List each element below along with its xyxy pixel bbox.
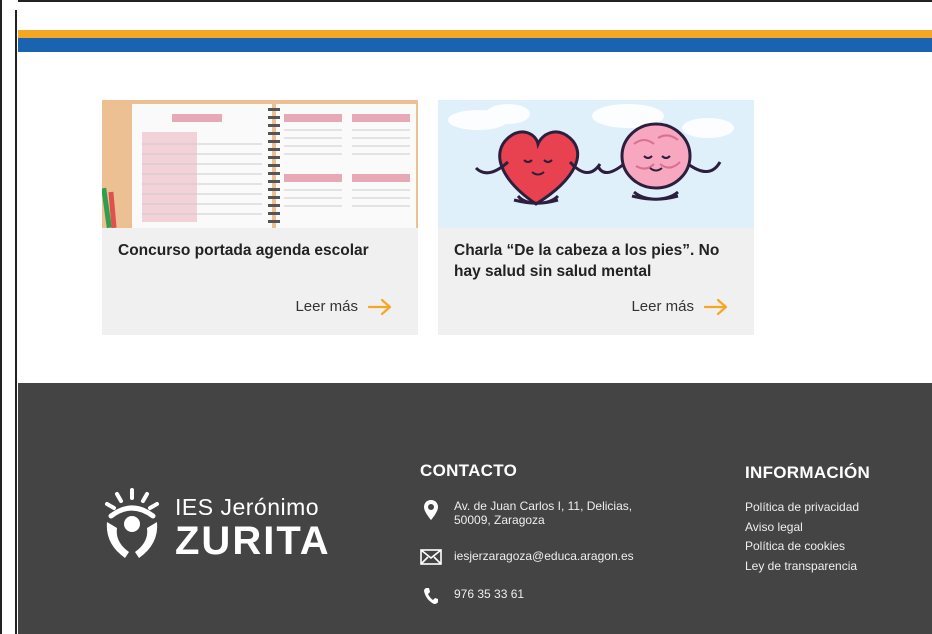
arrow-right-icon	[368, 298, 392, 315]
link-privacy-policy[interactable]: Política de privacidad	[745, 498, 870, 518]
read-more-link[interactable]: Leer más	[631, 298, 728, 315]
contact-heading: CONTACTO	[420, 461, 518, 480]
header-orange-stripe	[15, 30, 932, 38]
news-card-agenda[interactable]: Concurso portada agenda escolar Leer más	[102, 100, 418, 335]
address-line1: Av. de Juan Carlos I, 11, Delicias,	[454, 499, 633, 513]
school-emblem-icon	[105, 488, 159, 558]
location-pin-icon	[424, 500, 438, 520]
read-more-label[interactable]: Leer más	[295, 298, 358, 315]
link-legal-notice[interactable]: Aviso legal	[745, 518, 870, 538]
site-footer: IES Jerónimo ZURITA CONTACTO Av. de Juan…	[15, 383, 932, 634]
window-left-border	[0, 0, 18, 634]
logo-line1: IES Jerónimo	[175, 494, 320, 520]
contact-section: CONTACTO Av. de Juan Carlos I, 11, Delic…	[420, 461, 634, 604]
address-line2: 50009, Zaragoza	[454, 513, 545, 527]
heart-brain-meditation-image[interactable]	[438, 100, 754, 228]
arrow-right-icon	[704, 298, 728, 315]
news-card-mental-health[interactable]: Charla “De la cabeza a los pies”. No hay…	[438, 100, 754, 335]
email-row[interactable]: iesjerzaragoza@educa.aragon.es	[420, 549, 680, 565]
read-more-link[interactable]: Leer más	[295, 298, 392, 315]
card-title[interactable]: Concurso portada agenda escolar	[118, 240, 398, 261]
agenda-planner-image[interactable]	[102, 100, 418, 228]
window-top-border	[0, 0, 932, 10]
information-links: Política de privacidad Aviso legal Polít…	[745, 498, 870, 576]
link-transparency-law[interactable]: Ley de transparencia	[745, 557, 870, 577]
header-blue-stripe	[15, 38, 932, 52]
card-title[interactable]: Charla “De la cabeza a los pies”. No hay…	[454, 240, 734, 282]
school-logo[interactable]: IES Jerónimo ZURITA	[103, 488, 331, 561]
logo-line2: ZURITA	[175, 519, 331, 563]
phone-row[interactable]: 976 35 33 61	[420, 587, 620, 605]
mail-icon	[420, 549, 442, 565]
read-more-label[interactable]: Leer más	[631, 298, 694, 315]
link-cookie-policy[interactable]: Política de cookies	[745, 537, 870, 557]
information-section: INFORMACIÓN Política de privacidad Aviso…	[745, 463, 870, 576]
phone-number[interactable]: 976 35 33 61	[454, 587, 524, 601]
phone-icon	[424, 588, 438, 604]
address-row: Av. de Juan Carlos I, 11, Delicias, 5000…	[420, 499, 660, 527]
information-heading: INFORMACIÓN	[745, 463, 871, 482]
email-link[interactable]: iesjerzaragoza@educa.aragon.es	[454, 549, 634, 563]
